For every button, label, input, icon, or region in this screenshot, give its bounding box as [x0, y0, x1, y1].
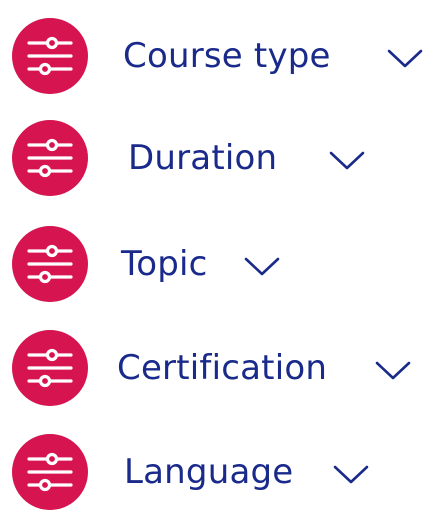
chevron-down-icon [333, 465, 369, 484]
chevron-down-icon [329, 151, 365, 170]
sliders-icon [12, 226, 88, 302]
filter-label: Topic [121, 244, 208, 284]
sliders-icon [12, 330, 88, 406]
chevron-down-icon [375, 361, 411, 380]
chevron-down-icon [244, 257, 280, 276]
filter-label: Course type [123, 36, 331, 76]
filter-label: Certification [117, 348, 328, 388]
filter-label: Language [124, 452, 294, 492]
chevron-down-icon [387, 49, 423, 68]
filter-label: Duration [128, 138, 278, 178]
sliders-icon [12, 120, 88, 196]
sliders-icon [12, 434, 88, 510]
sliders-icon [12, 18, 88, 94]
